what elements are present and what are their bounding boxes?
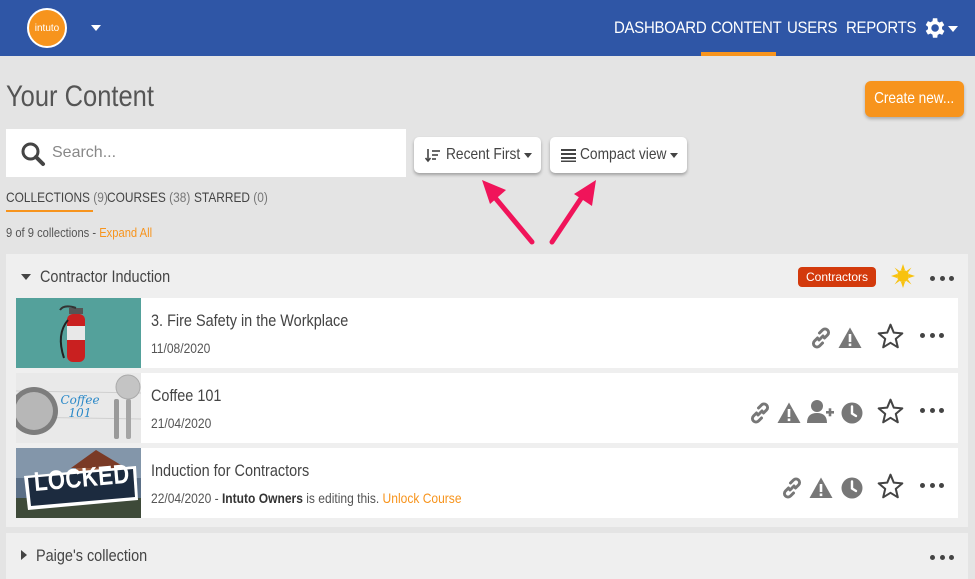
warning-icon[interactable]: [777, 401, 801, 425]
tab-label: COLLECTIONS: [6, 189, 90, 205]
clock-icon[interactable]: [840, 401, 864, 425]
tab-label: COURSES: [107, 189, 166, 205]
annotation-arrow-left: [482, 180, 535, 245]
course-date: 22/04/2020 -: [151, 490, 219, 506]
collection-more-icon[interactable]: [930, 555, 954, 561]
unlock-course-link[interactable]: Unlock Course: [383, 490, 462, 506]
course-title[interactable]: Induction for Contractors: [151, 461, 309, 481]
active-tab-indicator: [6, 210, 93, 212]
list-icon: [561, 149, 576, 162]
editor-name: Intuto Owners: [221, 490, 303, 506]
create-new-label: Create new...: [874, 90, 955, 107]
settings-chevron-down-icon[interactable]: [948, 26, 958, 32]
page-title: Your Content: [6, 80, 154, 113]
search-box: [6, 129, 406, 177]
sort-icon: [425, 149, 440, 163]
link-icon[interactable]: [748, 401, 772, 425]
chevron-down-icon: [524, 152, 533, 158]
tab-collections[interactable]: COLLECTIONS (9): [6, 189, 108, 205]
thumbnail-text: Coffee 101: [60, 393, 100, 420]
collection-title[interactable]: Contractor Induction: [40, 267, 170, 287]
top-navbar: intuto DASHBOARD CONTENT USERS REPORTS: [0, 0, 975, 56]
course-thumbnail: Coffee 101: [16, 373, 141, 443]
nav-dashboard[interactable]: DASHBOARD: [614, 0, 707, 56]
sort-label: Recent First: [446, 146, 521, 163]
collection-more-icon[interactable]: [930, 276, 954, 282]
star-icon[interactable]: [877, 398, 904, 425]
chevron-down-icon[interactable]: [91, 25, 101, 31]
link-icon[interactable]: [780, 476, 804, 500]
add-user-icon[interactable]: [807, 399, 835, 425]
search-icon: [21, 142, 45, 166]
course-more-icon[interactable]: [920, 483, 944, 489]
annotation-arrow-right: [549, 180, 596, 245]
view-dropdown[interactable]: Compact view: [550, 137, 687, 173]
collapse-caret-icon[interactable]: [21, 274, 31, 280]
count-text: 9 of 9 collections -: [6, 225, 97, 240]
course-thumbnail: LOCKED: [16, 448, 141, 518]
collection-tag: Contractors: [798, 267, 876, 287]
nav-reports[interactable]: REPORTS: [846, 0, 916, 56]
tab-count: (9): [93, 189, 108, 205]
intuto-logo[interactable]: intuto: [27, 8, 67, 48]
clock-icon[interactable]: [840, 476, 864, 500]
warning-icon[interactable]: [838, 326, 862, 350]
tab-count: (0): [253, 189, 268, 205]
expand-all-link[interactable]: Expand All: [99, 225, 152, 240]
tab-label: STARRED: [194, 189, 250, 205]
nav-users[interactable]: USERS: [787, 0, 837, 56]
nav-content[interactable]: CONTENT: [711, 0, 782, 56]
star-icon[interactable]: [877, 473, 904, 500]
expand-caret-icon[interactable]: [21, 550, 27, 560]
collection-panel: [6, 533, 968, 579]
course-title[interactable]: 3. Fire Safety in the Workplace: [151, 311, 348, 331]
editing-text: is editing this.: [306, 490, 380, 506]
create-new-button[interactable]: Create new...: [865, 81, 964, 117]
chevron-down-icon: [670, 152, 679, 158]
course-more-icon[interactable]: [920, 333, 944, 339]
tab-count: (38): [169, 189, 191, 205]
warning-icon[interactable]: [809, 476, 833, 500]
gear-icon[interactable]: [921, 15, 947, 41]
collection-title[interactable]: Paige's collection: [36, 546, 147, 566]
link-icon[interactable]: [809, 326, 833, 350]
course-thumbnail: [16, 298, 141, 368]
star-icon[interactable]: [877, 323, 904, 350]
sort-dropdown[interactable]: Recent First: [414, 137, 541, 173]
search-input[interactable]: [52, 139, 392, 167]
nav-active-indicator: [701, 52, 776, 56]
course-status: 22/04/2020 - Intuto Owners is editing th…: [151, 490, 462, 506]
course-title[interactable]: Coffee 101: [151, 386, 221, 406]
course-date: 21/04/2020: [151, 415, 212, 431]
logo-text: intuto: [34, 22, 60, 34]
course-more-icon[interactable]: [920, 408, 944, 414]
tab-courses[interactable]: COURSES (38): [107, 189, 190, 205]
course-date: 11/08/2020: [151, 340, 211, 356]
sun-icon: [891, 264, 915, 288]
view-label: Compact view: [580, 146, 667, 163]
tab-starred[interactable]: STARRED (0): [194, 189, 268, 205]
collections-count: 9 of 9 collections - Expand All: [6, 225, 152, 240]
